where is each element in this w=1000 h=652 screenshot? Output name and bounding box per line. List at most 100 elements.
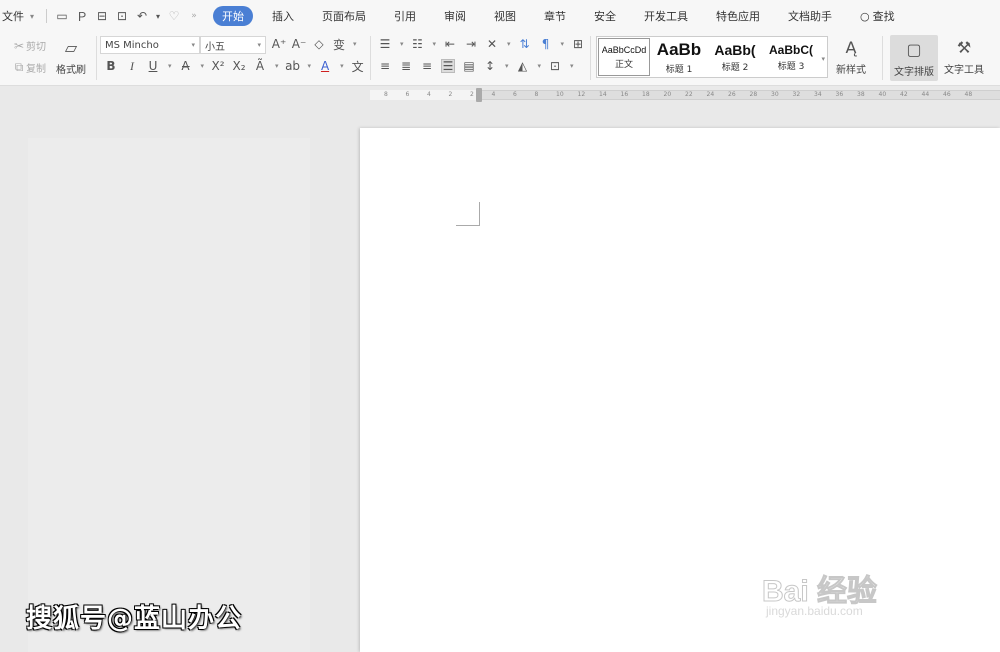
file-menu-caret-icon[interactable]: ▾ <box>30 12 34 21</box>
tab-references[interactable]: 引用 <box>385 6 425 26</box>
baidu-watermark: Bai 经验 jingyan.baidu.com <box>761 548 952 628</box>
ruler-number: 36 <box>835 91 844 98</box>
print-preview-icon[interactable]: ⊡ <box>115 9 129 23</box>
style-heading-1[interactable]: AaBb 标题 1 <box>651 37 707 77</box>
superscript-icon[interactable]: X² <box>211 59 225 73</box>
ruler-number: 8 <box>384 91 388 98</box>
ruler-number: 28 <box>749 91 758 98</box>
more-icon[interactable]: » <box>187 9 201 23</box>
font-size-tools: A⁺ A⁻ ◇ 变 ▾ <box>272 37 357 52</box>
chevron-down-icon[interactable]: ▾ <box>507 40 511 48</box>
tab-security[interactable]: 安全 <box>585 6 625 26</box>
format-painter-button[interactable]: ▱ 格式刷 <box>56 36 86 77</box>
tab-page-layout[interactable]: 页面布局 <box>313 6 375 26</box>
search-command[interactable]: ○ 查找 <box>851 6 904 26</box>
tab-view[interactable]: 视图 <box>485 6 525 26</box>
print-icon[interactable]: ⊟ <box>95 9 109 23</box>
style-label: 标题 2 <box>721 62 749 73</box>
bullet-list-icon[interactable]: ☰ <box>378 37 392 51</box>
chevron-down-icon[interactable]: ▾ <box>308 62 312 70</box>
tab-insert[interactable]: 插入 <box>263 6 303 26</box>
increase-indent-icon[interactable]: ⇥ <box>464 37 478 51</box>
margin-corner-mark <box>456 202 480 226</box>
highlight-icon[interactable]: ab <box>285 59 300 73</box>
sort-icon[interactable]: ⇅ <box>518 37 532 51</box>
distribute-icon[interactable]: ▤ <box>462 59 476 73</box>
char-border-icon[interactable]: 文 <box>351 59 365 74</box>
chevron-down-icon[interactable]: ▾ <box>275 62 279 70</box>
divider <box>46 9 48 23</box>
font-name-select[interactable]: MS Mincho ▾ <box>100 36 200 54</box>
chevron-down-icon[interactable]: ▾ <box>505 62 509 70</box>
chevron-down-icon[interactable]: ▾ <box>340 62 344 70</box>
tab-doc-assistant[interactable]: 文档助手 <box>779 6 841 26</box>
numbered-list-icon[interactable]: ☷ <box>411 37 425 51</box>
style-heading-3[interactable]: AaBbC( 标题 3 <box>763 37 819 77</box>
font-color-icon[interactable]: A <box>318 59 332 73</box>
quick-access-toolbar: ▭ Ｐ ⊟ ⊡ ↶ ▾ ♡ » <box>44 9 201 24</box>
chevron-down-icon[interactable]: ▾ <box>168 62 172 70</box>
undo-caret-icon[interactable]: ▾ <box>155 9 161 23</box>
subscript-icon[interactable]: X₂ <box>232 59 246 73</box>
tab-developer[interactable]: 开发工具 <box>635 6 697 26</box>
chevron-down-icon[interactable]: ▾ <box>561 40 565 48</box>
decrease-indent-icon[interactable]: ⇤ <box>443 37 457 51</box>
font-size-select[interactable]: 小五 ▾ <box>200 36 266 54</box>
align-justify-icon[interactable]: ☰ <box>441 59 455 73</box>
chevron-down-icon[interactable]: ▾ <box>433 40 437 48</box>
text-layout-button[interactable]: ▢ 文字排版 <box>890 35 938 81</box>
tab-chapter[interactable]: 章节 <box>535 6 575 26</box>
font-size-value: 小五 <box>205 41 225 53</box>
save-icon[interactable]: ▭ <box>55 9 69 23</box>
text-tools-button[interactable]: ⚒ 文字工具 <box>944 36 984 77</box>
clear-format-icon[interactable]: ◇ <box>312 37 326 51</box>
text-layout-label: 文字排版 <box>894 67 934 78</box>
align-right-icon[interactable]: ≡ <box>420 59 434 73</box>
cut-button[interactable]: ✂ 剪切 <box>12 38 46 54</box>
style-normal[interactable]: AaBbCcDd 正文 <box>597 37 651 77</box>
ruler-number: 42 <box>900 91 908 98</box>
align-left-icon[interactable]: ≡ <box>378 59 392 73</box>
borders-icon[interactable]: ⊡ <box>548 59 562 73</box>
new-style-label: 新样式 <box>836 65 866 76</box>
text-effect-icon[interactable]: A͂ <box>253 59 267 73</box>
paintbrush-icon: ▱ <box>64 37 78 57</box>
shrink-font-icon[interactable]: A⁻ <box>292 37 307 51</box>
chinese-layout-icon[interactable]: ✕ <box>485 37 499 51</box>
italic-icon[interactable]: I <box>125 59 139 73</box>
gallery-expand-icon[interactable]: ▾ <box>821 55 825 63</box>
show-marks-icon[interactable]: ¶ <box>539 37 553 51</box>
table-border-icon[interactable]: ⊞ <box>571 37 585 51</box>
phonetic-guide-icon[interactable]: 变 <box>332 37 346 52</box>
strikethrough-icon[interactable]: A̶ <box>179 59 193 73</box>
copy-button[interactable]: ⧉ 复制 <box>12 60 46 75</box>
style-label: 标题 3 <box>777 61 805 72</box>
ruler-number: 10 <box>556 91 564 98</box>
tab-features[interactable]: 特色应用 <box>707 6 769 26</box>
line-spacing-icon[interactable]: ↕ <box>483 59 497 73</box>
font-name-value: MS Mincho <box>105 39 159 51</box>
export-pdf-icon[interactable]: Ｐ <box>75 9 89 24</box>
file-menu[interactable]: 文件 <box>0 8 30 24</box>
horizontal-ruler[interactable]: 8 6 4 2 2 4 6 8 10 12 14 16 18 20 22 24 26 28 30 32 34 36 38 40… <box>0 86 1000 104</box>
underline-icon[interactable]: U <box>146 59 160 73</box>
shading-icon[interactable]: ◭ <box>516 59 530 73</box>
chevron-down-icon[interactable]: ▾ <box>400 40 404 48</box>
tab-review[interactable]: 审阅 <box>435 6 475 26</box>
chevron-down-icon[interactable]: ▾ <box>570 62 574 70</box>
style-heading-2[interactable]: AaBb( 标题 2 <box>707 37 763 77</box>
grow-font-icon[interactable]: A⁺ <box>272 37 287 51</box>
align-center-icon[interactable]: ≣ <box>399 59 413 73</box>
redo-icon[interactable]: ♡ <box>167 9 181 23</box>
paragraph-tools-bottom: ≡ ≣ ≡ ☰ ▤ ↕ ▾ ◭ ▾ ⊡ ▾ <box>378 59 574 73</box>
search-icon: ○ <box>860 9 870 23</box>
tab-home[interactable]: 开始 <box>213 6 254 26</box>
chevron-down-icon[interactable]: ▾ <box>201 62 205 70</box>
new-style-button[interactable]: Ą 新样式 <box>836 36 866 77</box>
ribbon-home: ✂ 剪切 ⧉ 复制 ▱ 格式刷 MS Mincho ▾ 小五 ▾ A⁺ A⁻ ◇… <box>0 32 1000 86</box>
chevron-down-icon[interactable]: ▾ <box>353 40 357 48</box>
bold-icon[interactable]: B <box>104 59 118 73</box>
indent-marker-handle[interactable] <box>476 88 482 102</box>
chevron-down-icon[interactable]: ▾ <box>538 62 542 70</box>
undo-icon[interactable]: ↶ <box>135 9 149 23</box>
